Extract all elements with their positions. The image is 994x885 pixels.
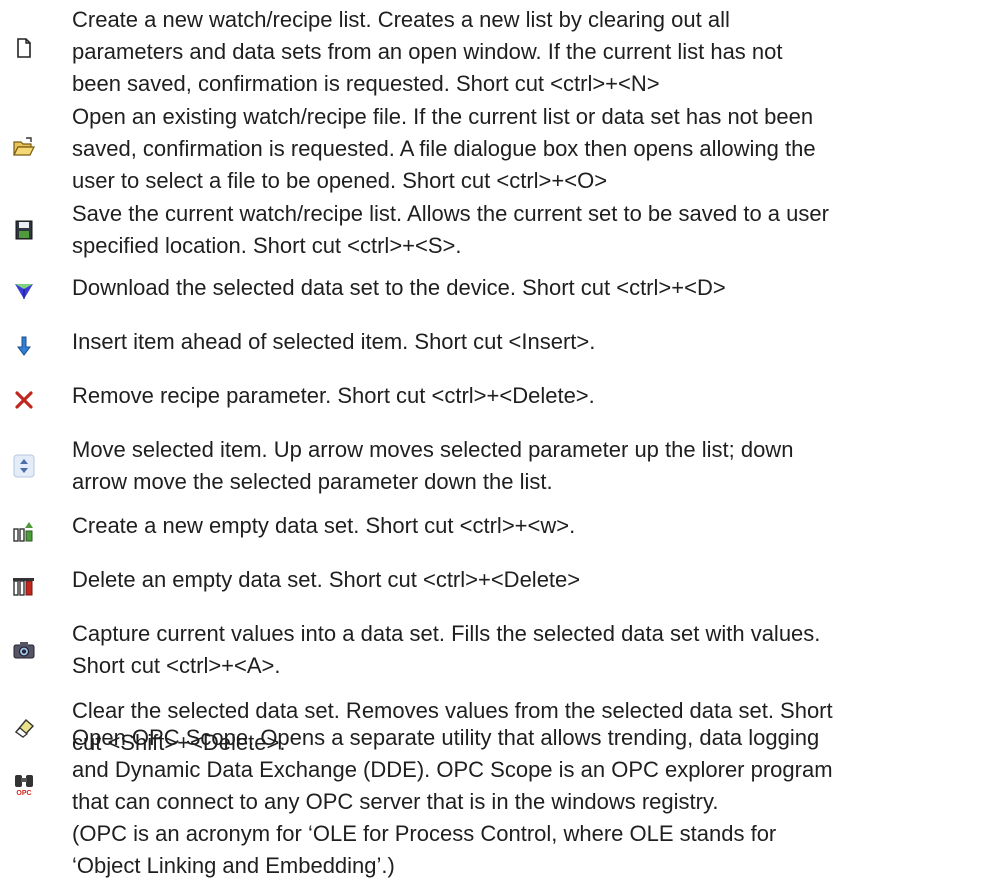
move-up-down-icon (12, 454, 36, 478)
item-text: Save the current watch/recipe list. Allo… (72, 201, 829, 258)
item-text: Download the selected data set to the de… (72, 275, 726, 300)
item-text: Create a new watch/recipe list. Creates … (72, 7, 783, 96)
opc-scope-binoculars-icon: OPC (12, 772, 36, 796)
svg-text:OPC: OPC (16, 790, 31, 796)
item-text: Insert item ahead of selected item. Shor… (72, 329, 596, 354)
new-document-icon (12, 36, 36, 60)
item-text: Move selected item. Up arrow moves selec… (72, 437, 794, 494)
insert-arrow-down-icon (12, 334, 36, 358)
remove-x-icon (12, 388, 36, 412)
capture-camera-icon (12, 638, 36, 662)
item-text: Delete an empty data set. Short cut <ctr… (72, 567, 581, 592)
delete-data-set-icon (12, 574, 36, 598)
item-text: Open an existing watch/recipe file. If t… (72, 104, 816, 193)
download-icon (12, 278, 36, 302)
item-text: Capture current values into a data set. … (72, 621, 821, 678)
clear-eraser-icon (12, 715, 36, 739)
save-floppy-icon (12, 218, 36, 242)
item-text: Remove recipe parameter. Short cut <ctrl… (72, 383, 595, 408)
item-text: Open OPC Scope. Opens a separate utility… (72, 725, 833, 878)
open-folder-icon (12, 135, 36, 159)
item-text: Create a new empty data set. Short cut <… (72, 513, 576, 538)
new-data-set-icon (12, 520, 36, 544)
